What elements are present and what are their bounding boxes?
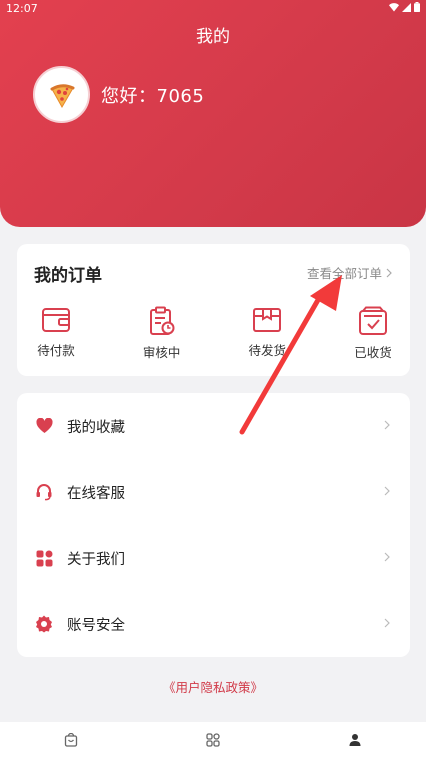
wifi-icon <box>389 2 399 11</box>
tab-categories[interactable] <box>183 732 243 747</box>
order-item-label: 待付款 <box>37 343 75 358</box>
tab-profile[interactable] <box>325 733 385 747</box>
chevron-right-icon <box>384 551 390 565</box>
gear-icon <box>35 615 53 633</box>
page-title: 我的 <box>196 27 230 47</box>
view-all-orders-link[interactable]: 查看全部订单 <box>307 263 392 282</box>
grid-icon <box>206 732 220 747</box>
signal-icon <box>402 2 411 12</box>
menu-item-label: 关于我们 <box>67 551 125 568</box>
avatar[interactable] <box>33 66 90 123</box>
wallet-icon <box>42 308 70 332</box>
menu-item-account-security[interactable]: 账号安全 <box>17 591 410 657</box>
apps-grid-icon <box>35 549 53 567</box>
menu-item-about-us[interactable]: 关于我们 <box>17 525 410 591</box>
chevron-right-icon <box>384 485 390 499</box>
user-icon <box>349 733 361 746</box>
privacy-policy-link[interactable]: 《用户隐私政策》 <box>0 677 426 696</box>
order-item-label: 已收货 <box>354 345 392 360</box>
clipboard-clock-icon <box>149 306 175 335</box>
order-awaiting-shipment[interactable]: 待发货 <box>242 306 292 361</box>
order-under-review[interactable]: 审核中 <box>137 306 187 361</box>
view-all-orders-label: 查看全部订单 <box>306 266 382 281</box>
chevron-right-icon <box>386 268 392 277</box>
menu-item-favorites[interactable]: 我的收藏 <box>17 393 410 459</box>
tab-shop[interactable] <box>41 732 101 747</box>
profile-header: 12:07 我的 您好：7065 <box>0 0 426 227</box>
menu-item-label: 我的收藏 <box>67 419 125 436</box>
menu-item-label: 在线客服 <box>67 485 125 502</box>
order-received[interactable]: 已收货 <box>348 306 398 361</box>
received-check-icon <box>358 306 387 335</box>
pizza-icon <box>50 83 74 108</box>
shop-bag-icon <box>64 732 78 747</box>
headset-icon <box>35 483 53 501</box>
menu-item-label: 账号安全 <box>67 617 125 634</box>
greeting-text: 您好：7065 <box>101 86 205 107</box>
orders-card: 我的订单 查看全部订单 待付款 审核中 待发货 已收货 <box>17 244 410 376</box>
status-icons <box>389 2 420 12</box>
menu-item-customer-service[interactable]: 在线客服 <box>17 459 410 525</box>
order-item-label: 审核中 <box>142 345 181 360</box>
battery-icon <box>414 2 420 12</box>
status-bar: 12:07 <box>0 0 426 18</box>
menu-card: 我的收藏 在线客服 关于我们 账号安全 <box>17 393 410 657</box>
chevron-right-icon <box>384 617 390 631</box>
order-item-label: 待发货 <box>248 343 287 358</box>
box-icon <box>253 308 282 332</box>
chevron-right-icon <box>384 419 390 433</box>
heart-icon <box>35 417 53 435</box>
orders-title: 我的订单 <box>34 266 102 286</box>
order-pending-payment[interactable]: 待付款 <box>31 306 81 361</box>
bottom-tab-bar <box>0 722 426 757</box>
status-time: 12:07 <box>6 2 38 15</box>
